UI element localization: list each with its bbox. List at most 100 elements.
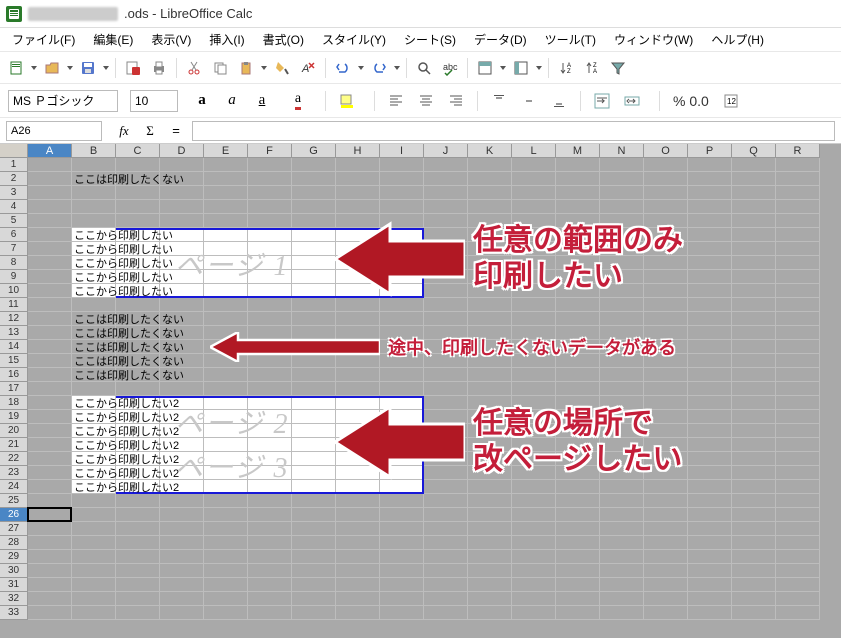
cell-L17[interactable]	[512, 382, 556, 396]
equals-button[interactable]: =	[166, 121, 186, 141]
cell-K19[interactable]	[468, 410, 512, 424]
cell-F25[interactable]	[248, 494, 292, 508]
cell-H4[interactable]	[336, 200, 380, 214]
cell-H9[interactable]	[336, 270, 380, 284]
save-button[interactable]	[76, 56, 100, 80]
clear-format-button[interactable]: A	[296, 56, 320, 80]
cell-A19[interactable]	[28, 410, 72, 424]
cell-K20[interactable]	[468, 424, 512, 438]
cell-L1[interactable]	[512, 158, 556, 172]
cell-K11[interactable]	[468, 298, 512, 312]
cell-J11[interactable]	[424, 298, 468, 312]
cell-J22[interactable]	[424, 452, 468, 466]
cell-G18[interactable]	[292, 396, 336, 410]
cell-M5[interactable]	[556, 214, 600, 228]
cell-R17[interactable]	[776, 382, 820, 396]
cell-H17[interactable]	[336, 382, 380, 396]
cell-R4[interactable]	[776, 200, 820, 214]
row-header-28[interactable]: 28	[0, 536, 28, 550]
cell-E8[interactable]	[204, 256, 248, 270]
cell-E5[interactable]	[204, 214, 248, 228]
cell-M24[interactable]	[556, 480, 600, 494]
cell-M33[interactable]	[556, 606, 600, 620]
cell-F2[interactable]	[248, 172, 292, 186]
cell-A3[interactable]	[28, 186, 72, 200]
cell-M16[interactable]	[556, 368, 600, 382]
cell-J2[interactable]	[424, 172, 468, 186]
cell-O23[interactable]	[644, 466, 688, 480]
cell-I11[interactable]	[380, 298, 424, 312]
cell-G11[interactable]	[292, 298, 336, 312]
cell-F13[interactable]	[248, 326, 292, 340]
cell-O6[interactable]	[644, 228, 688, 242]
cell-N26[interactable]	[600, 508, 644, 522]
cell-D26[interactable]	[160, 508, 204, 522]
cell-E9[interactable]	[204, 270, 248, 284]
cell-O11[interactable]	[644, 298, 688, 312]
cell-A30[interactable]	[28, 564, 72, 578]
cell-F17[interactable]	[248, 382, 292, 396]
menu-window[interactable]: ウィンドウ(W)	[606, 28, 701, 51]
format-paint-button[interactable]	[270, 56, 294, 80]
cell-K12[interactable]	[468, 312, 512, 326]
cell-A23[interactable]	[28, 466, 72, 480]
cell-K27[interactable]	[468, 522, 512, 536]
cell-N29[interactable]	[600, 550, 644, 564]
menu-format[interactable]: 書式(O)	[255, 28, 312, 51]
cell-E32[interactable]	[204, 592, 248, 606]
cell-M6[interactable]	[556, 228, 600, 242]
cell-O26[interactable]	[644, 508, 688, 522]
cell-B2[interactable]: ここは印刷したくない	[72, 172, 116, 186]
cell-N12[interactable]	[600, 312, 644, 326]
cell-P27[interactable]	[688, 522, 732, 536]
cell-N33[interactable]	[600, 606, 644, 620]
cell-P29[interactable]	[688, 550, 732, 564]
cell-K2[interactable]	[468, 172, 512, 186]
row-header-30[interactable]: 30	[0, 564, 28, 578]
row-header-22[interactable]: 22	[0, 452, 28, 466]
cell-F23[interactable]	[248, 466, 292, 480]
number-format-button[interactable]: 12	[719, 89, 743, 113]
cell-K14[interactable]	[468, 340, 512, 354]
cell-A26[interactable]	[28, 508, 72, 522]
cell-D28[interactable]	[160, 536, 204, 550]
cell-G29[interactable]	[292, 550, 336, 564]
col-header-K[interactable]: K	[468, 144, 512, 158]
find-button[interactable]	[412, 56, 436, 80]
cell-D27[interactable]	[160, 522, 204, 536]
cell-L13[interactable]	[512, 326, 556, 340]
cell-Q13[interactable]	[732, 326, 776, 340]
cell-K30[interactable]	[468, 564, 512, 578]
cell-F1[interactable]	[248, 158, 292, 172]
cell-E28[interactable]	[204, 536, 248, 550]
cell-J27[interactable]	[424, 522, 468, 536]
cell-C28[interactable]	[116, 536, 160, 550]
cell-K15[interactable]	[468, 354, 512, 368]
cell-G6[interactable]	[292, 228, 336, 242]
formula-input[interactable]	[192, 121, 835, 141]
cell-P2[interactable]	[688, 172, 732, 186]
cell-D25[interactable]	[160, 494, 204, 508]
cell-F5[interactable]	[248, 214, 292, 228]
cell-R7[interactable]	[776, 242, 820, 256]
menu-style[interactable]: スタイル(Y)	[314, 28, 394, 51]
row-header-6[interactable]: 6	[0, 228, 28, 242]
cell-J30[interactable]	[424, 564, 468, 578]
valign-mid-button[interactable]	[517, 89, 541, 113]
menu-data[interactable]: データ(D)	[466, 28, 535, 51]
cell-H15[interactable]	[336, 354, 380, 368]
cell-F16[interactable]	[248, 368, 292, 382]
cell-Q12[interactable]	[732, 312, 776, 326]
cell-L28[interactable]	[512, 536, 556, 550]
cell-K31[interactable]	[468, 578, 512, 592]
cell-K8[interactable]	[468, 256, 512, 270]
cell-A28[interactable]	[28, 536, 72, 550]
cell-K24[interactable]	[468, 480, 512, 494]
cell-E31[interactable]	[204, 578, 248, 592]
cell-M28[interactable]	[556, 536, 600, 550]
cell-L16[interactable]	[512, 368, 556, 382]
cell-P12[interactable]	[688, 312, 732, 326]
cell-I23[interactable]	[380, 466, 424, 480]
cell-J32[interactable]	[424, 592, 468, 606]
col-header-I[interactable]: I	[380, 144, 424, 158]
